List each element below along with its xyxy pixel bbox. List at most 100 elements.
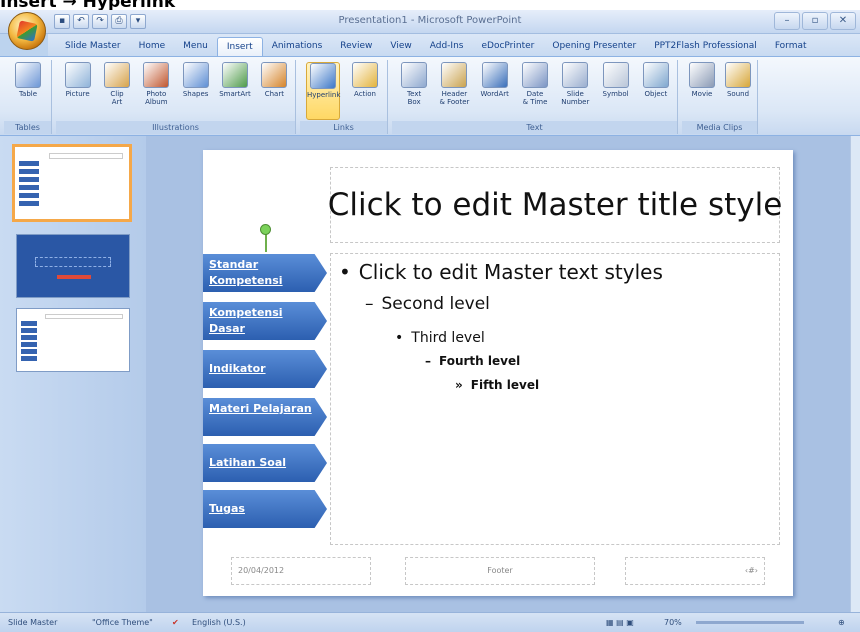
ribbon-button-label: Slide Number: [561, 90, 590, 106]
thumb-menu-bar: [21, 342, 37, 347]
ribbon-group-tables: Table Tables: [4, 60, 52, 134]
office-button[interactable]: [8, 12, 46, 50]
tab-add-ins[interactable]: Add-Ins: [421, 37, 473, 56]
bullet-glyph: –: [365, 294, 374, 314]
chart-button[interactable]: Chart: [257, 62, 291, 98]
movie-icon: [689, 62, 715, 88]
photo-album-button[interactable]: Photo Album: [139, 62, 173, 106]
level-text: Second level: [381, 294, 490, 314]
hyperlink-button[interactable]: Hyperlink: [306, 62, 340, 120]
ribbon-button-label: Photo Album: [145, 90, 168, 106]
thumb-menu-bar: [19, 161, 39, 166]
symbol-icon: [602, 62, 629, 88]
wordart-button[interactable]: WordArt: [478, 62, 512, 98]
header-footer-icon: [441, 62, 468, 88]
tab-view[interactable]: View: [381, 37, 420, 56]
text-box-button[interactable]: Text Box: [397, 62, 431, 106]
action-icon: [352, 62, 378, 88]
tab-menu[interactable]: Menu: [174, 37, 217, 56]
thumbnail-layout-title[interactable]: [16, 234, 130, 298]
menu-button-tugas[interactable]: Tugas: [203, 490, 327, 528]
thumbnail-layout-content[interactable]: [16, 308, 130, 372]
tab-animations[interactable]: Animations: [263, 37, 332, 56]
object-button[interactable]: Object: [639, 62, 673, 98]
close-icon[interactable]: ✕: [830, 12, 856, 30]
menu-button-latihan-soal[interactable]: Latihan Soal: [203, 444, 327, 482]
spellcheck-icon[interactable]: ✔: [172, 613, 179, 632]
thumb-menu-bar: [19, 185, 39, 190]
status-language: English (U.S.): [192, 618, 246, 627]
ribbon-button-label: SmartArt: [219, 90, 251, 98]
date-placeholder[interactable]: 20/04/2012: [231, 557, 371, 585]
body-placeholder[interactable]: • Click to edit Master text styles – Second…: [330, 253, 780, 545]
ribbon-button-label: Chart: [264, 90, 284, 98]
thumb-title-box: [49, 153, 123, 159]
bullet-glyph: »: [455, 378, 463, 392]
thumb-menu-bar: [21, 356, 37, 361]
action-button[interactable]: Action: [348, 62, 382, 98]
ribbon-group-label: Links: [300, 121, 387, 134]
thumb-menu-bar: [21, 328, 37, 333]
ribbon-button-label: Movie: [691, 90, 713, 98]
ribbon-button-label: Action: [354, 90, 376, 98]
thumb-accent: [57, 275, 91, 279]
zoom-slider[interactable]: [696, 621, 804, 624]
tab-slide-master[interactable]: Slide Master: [56, 37, 130, 56]
shapes-button[interactable]: Shapes: [179, 62, 213, 98]
movie-button[interactable]: Movie: [685, 62, 719, 98]
window-controls: – ▫ ✕: [774, 12, 856, 30]
status-zoom: 70%: [664, 618, 682, 627]
bullet-glyph: –: [425, 354, 431, 368]
powerpoint-window: ▪ ↶ ↷ ⎙ ▾ Presentation1 - Microsoft Powe…: [0, 10, 860, 632]
sound-button[interactable]: Sound: [721, 62, 755, 98]
tab-format[interactable]: Format: [766, 37, 816, 56]
thumb-title-box: [35, 257, 111, 267]
smartart-button[interactable]: SmartArt: [218, 62, 252, 98]
text-box-icon: [401, 62, 428, 88]
thumb-menu-bar: [21, 349, 37, 354]
level-text: Click to edit Master text styles: [358, 260, 663, 284]
ribbon-button-label: Shapes: [182, 90, 209, 98]
fit-window-icon[interactable]: ⊕: [838, 613, 845, 632]
footer-placeholder[interactable]: Footer: [405, 557, 595, 585]
tab-review[interactable]: Review: [331, 37, 381, 56]
text-level-3: • Third level: [395, 330, 485, 346]
text-level-1: • Click to edit Master text styles: [339, 260, 663, 284]
thumb-menu-bar: [19, 201, 39, 206]
view-buttons-icon[interactable]: ▦ ▤ ▣: [606, 613, 634, 632]
slide-number-button[interactable]: Slide Number: [558, 62, 592, 106]
ribbon-group-label: Media Clips: [682, 121, 757, 134]
title-placeholder[interactable]: Click to edit Master title style: [328, 167, 782, 243]
minimize-icon[interactable]: –: [774, 12, 800, 30]
picture-button[interactable]: Picture: [61, 62, 95, 98]
ribbon-button-label: Hyperlink: [307, 91, 341, 99]
menu-button-standar-kompetensi[interactable]: Standar Kompetensi: [203, 254, 327, 292]
ribbon-button-label: Header & Footer: [439, 90, 470, 106]
rotate-handle[interactable]: [260, 224, 271, 235]
ribbon-button-label: Object: [644, 90, 668, 98]
date-time-button[interactable]: Date & Time: [518, 62, 552, 106]
tab-insert[interactable]: Insert: [216, 37, 263, 56]
tab-ppt2flash-professional[interactable]: PPT2Flash Professional: [645, 37, 766, 56]
symbol-button[interactable]: Symbol: [599, 62, 633, 98]
menu-button-indikator[interactable]: Indikator: [203, 350, 327, 388]
tab-edocprinter[interactable]: eDocPrinter: [472, 37, 543, 56]
menu-button-kompetensi-dasar[interactable]: Kompetensi Dasar: [203, 302, 327, 340]
shapes-icon: [182, 62, 209, 88]
maximize-icon[interactable]: ▫: [802, 12, 828, 30]
ribbon-group-label: Text: [392, 121, 677, 134]
clip-art-button[interactable]: Clip Art: [100, 62, 134, 106]
vertical-scrollbar[interactable]: [850, 136, 860, 612]
thumbnail-master[interactable]: [12, 144, 132, 222]
table-button[interactable]: Table: [11, 62, 45, 98]
header-footer-button[interactable]: Header & Footer: [437, 62, 471, 106]
thumb-menu-bar: [19, 177, 39, 182]
ribbon-button-label: Symbol: [602, 90, 629, 98]
ribbon-button-label: Date & Time: [522, 90, 548, 106]
menu-button-materi-pelajaran[interactable]: Materi Pelajaran: [203, 398, 327, 436]
tab-home[interactable]: Home: [130, 37, 175, 56]
slide-number-placeholder[interactable]: ‹#›: [625, 557, 765, 585]
tab-opening-presenter[interactable]: Opening Presenter: [543, 37, 645, 56]
sound-icon: [725, 62, 751, 88]
ribbon-group-media-clips: Movie Sound Media Clips: [682, 60, 758, 134]
